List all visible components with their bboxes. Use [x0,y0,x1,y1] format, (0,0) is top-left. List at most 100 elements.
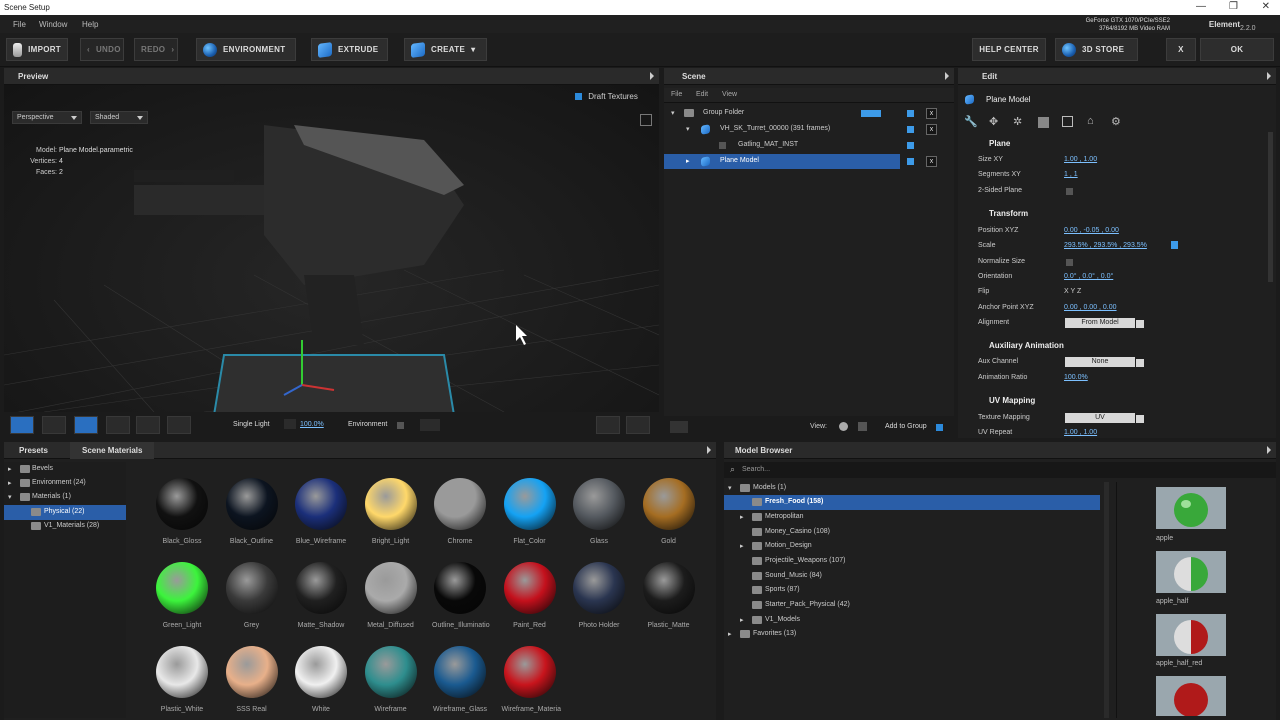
material-swatch[interactable]: Gold [641,478,697,545]
visible-toggle[interactable] [907,142,914,149]
group-tool-icon[interactable] [10,416,34,434]
collapse-arrow-icon[interactable] [650,72,654,80]
material-swatch[interactable]: Bright_Light [363,478,419,545]
material-swatch[interactable]: Wireframe_Materia [502,646,561,713]
tree-item-fresh-food[interactable]: Fresh_Food (158) [724,495,1100,510]
scene-menu-edit[interactable]: Edit [696,91,708,98]
grid-view-icon[interactable] [858,422,867,431]
visible-toggle[interactable] [907,110,914,117]
import-button[interactable]: IMPORT [6,38,68,61]
environment-checkbox[interactable] [397,422,404,429]
scene-menu-file[interactable]: File [671,91,682,98]
texture-icon[interactable] [1038,117,1049,128]
shading-select[interactable]: Shaded [90,111,148,124]
delete-icon[interactable]: x [926,108,937,119]
browser-tree-scrollbar[interactable] [1104,482,1109,718]
edit-collapse-icon[interactable] [1267,72,1271,80]
menu-file[interactable]: File [13,20,26,29]
tree-item-v1-models[interactable]: ▸ V1_Models [724,613,1100,628]
help-center-button[interactable]: HELP CENTER [972,38,1046,61]
camera-select[interactable]: Perspective [12,111,82,124]
tree-item-metropolitan[interactable]: ▸ Metropolitan [724,510,1100,525]
search-input[interactable]: Search... [742,466,770,473]
scene-collapse-icon[interactable] [945,72,949,80]
material-swatch[interactable]: Chrome [432,478,488,545]
tree-item-group-folder[interactable]: ▾ Group Folder x [664,106,940,121]
material-swatch[interactable]: Paint_Red [502,562,558,629]
tree-item-physical[interactable]: Physical (22) [4,505,126,520]
aux-channel-select[interactable]: None [1065,357,1144,367]
screen-icon[interactable] [626,416,650,434]
tab-scene-materials[interactable]: Scene Materials [70,442,154,459]
thumb-apple[interactable] [1156,487,1226,529]
presets-collapse-icon[interactable] [707,446,711,454]
sphere-view-icon[interactable] [839,422,848,431]
visibility-badge[interactable] [861,110,881,117]
move-tool-icon[interactable] [74,416,98,434]
menu-window[interactable]: Window [39,20,67,29]
rotate-tool-icon[interactable] [106,416,130,434]
tree-item-money-casino[interactable]: Money_Casino (108) [724,525,1100,540]
anchor-value[interactable]: 0.00 , 0.00 , 0.00 [1064,304,1117,311]
thumb-apple-half[interactable] [1156,551,1226,593]
material-swatch[interactable]: Plastic_White [154,646,210,713]
material-swatch[interactable]: Grey [224,562,280,629]
tree-item-models[interactable]: ▾ Models (1) [724,481,1100,496]
copy-icon[interactable] [1062,116,1073,127]
wrench-icon[interactable]: 🔧 [964,115,978,128]
environment-swatch[interactable] [420,419,440,431]
environment-button[interactable]: ENVIRONMENT [196,38,296,61]
edit-scrollbar[interactable] [1268,132,1273,282]
tree-item-bevels[interactable]: ▸ Bevels [4,462,126,477]
material-swatch[interactable]: Metal_Diffused [363,562,419,629]
tree-item-sound-music[interactable]: Sound_Music (84) [724,569,1100,584]
orientation-value[interactable]: 0.0° , 0.0° , 0.0° [1064,273,1113,280]
draft-textures-toggle[interactable]: Draft Textures [575,92,638,101]
tree-item-starter-pack[interactable]: Starter_Pack_Physical (42) [724,598,1100,613]
expand-viewport-icon[interactable] [640,114,652,126]
target-icon[interactable] [596,416,620,434]
material-swatch[interactable]: Black_Gloss [154,478,210,545]
minimize-button[interactable]: — [1196,1,1206,12]
material-swatch[interactable]: Plastic_Matte [641,562,697,629]
add-to-group-checkbox[interactable] [936,424,943,431]
add-to-group-button[interactable]: Add to Group [885,423,927,430]
draft-checkbox[interactable] [575,93,582,101]
material-swatch[interactable]: Glass [571,478,627,545]
material-swatch[interactable]: White [293,646,349,713]
material-swatch[interactable]: Outline_Illuminatio [432,562,490,629]
segments-value[interactable]: 1 , 1 [1064,171,1078,178]
lock-icon[interactable] [1171,241,1178,249]
settings-icon[interactable]: ⚙ [1111,115,1121,128]
material-swatch[interactable]: Blue_Wireframe [293,478,349,545]
visible-toggle[interactable] [907,158,914,165]
scale-tool-icon[interactable] [136,416,160,434]
tree-item-projectile-weapons[interactable]: Projectile_Weapons (107) [724,554,1100,569]
redo-button[interactable]: REDO › [134,38,178,61]
tree-item-turret[interactable]: ▾ VH_SK_Turret_00000 (391 frames) x [664,122,940,137]
tree-item-environment[interactable]: ▸ Environment (24) [4,476,126,491]
delete-icon[interactable]: x [926,124,937,135]
close-window-button[interactable]: ✕ [1262,1,1270,12]
extrude-button[interactable]: EXTRUDE [311,38,388,61]
axis-tool-icon[interactable] [167,416,191,434]
material-swatch[interactable]: Black_Outline [224,478,280,545]
material-swatch[interactable]: Wireframe_Glass [432,646,488,713]
tree-item-favorites[interactable]: ▸ Favorites (13) [724,627,1100,642]
section-plane[interactable]: Plane [989,139,1010,148]
visible-toggle[interactable] [907,126,914,133]
tab-presets[interactable]: Presets [19,446,48,455]
tree-item-materials[interactable]: ▾ Materials (1) [4,490,126,505]
3d-store-button[interactable]: 3D STORE [1055,38,1138,61]
material-swatch[interactable]: Green_Light [154,562,210,629]
section-aux-animation[interactable]: Auxiliary Animation [989,341,1064,350]
tree-item-material[interactable]: Gatling_MAT_INST [664,138,940,153]
maximize-button[interactable]: ❐ [1229,1,1238,12]
menu-help[interactable]: Help [82,20,98,29]
alignment-select[interactable]: From Model [1065,318,1144,328]
scale-value[interactable]: 293.5% , 293.5% , 293.5% [1064,242,1147,249]
thumb-apple-red[interactable] [1156,676,1226,717]
cancel-button[interactable]: X [1166,38,1196,61]
animation-ratio-value[interactable]: 100.0% [1064,374,1088,381]
two-sided-checkbox[interactable] [1066,188,1073,195]
